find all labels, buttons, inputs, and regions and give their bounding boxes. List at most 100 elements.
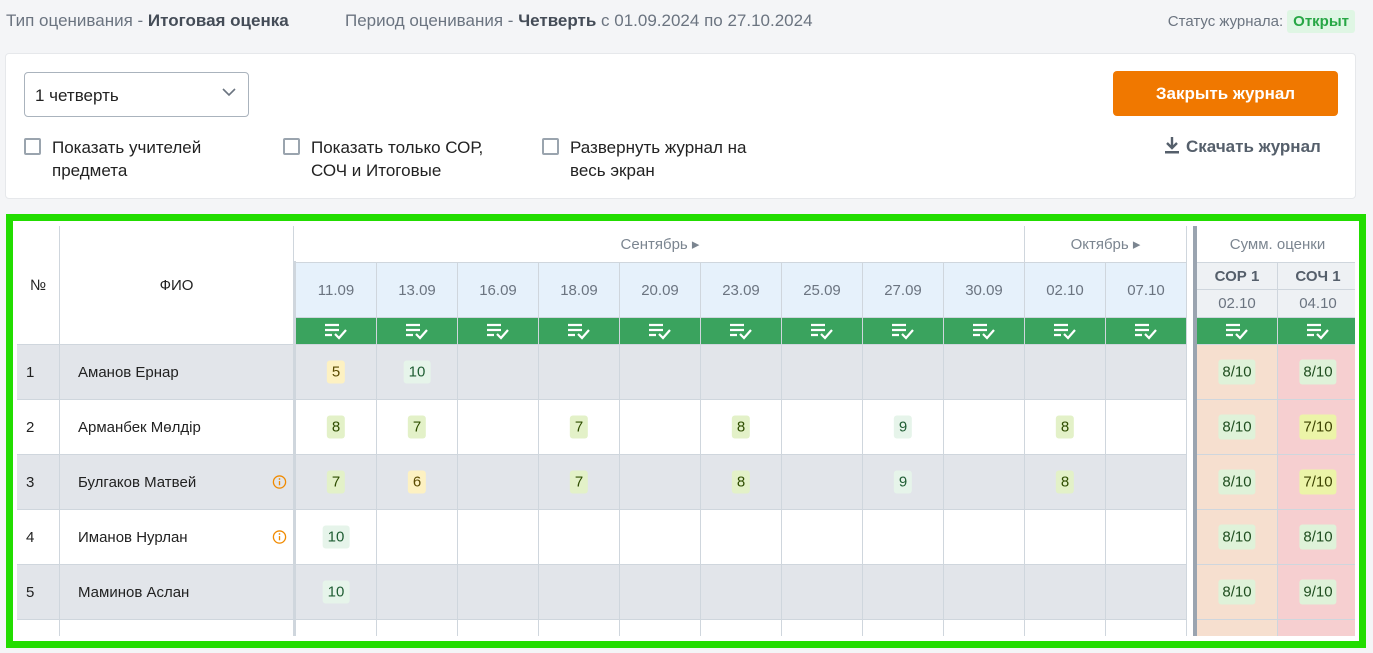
grade-cell[interactable] xyxy=(944,565,1025,620)
sum-col-header[interactable]: СОЧ 1 xyxy=(1278,263,1355,290)
soch-value[interactable]: 8/10 xyxy=(1299,524,1337,550)
grade-action-cell[interactable] xyxy=(1197,318,1278,345)
grade-cell[interactable]: 7 xyxy=(539,455,620,510)
soch-value[interactable]: 8/10 xyxy=(1299,359,1337,385)
grade-cell[interactable] xyxy=(1025,510,1106,565)
close-journal-button[interactable]: Закрыть журнал xyxy=(1113,71,1338,116)
grade-cell[interactable]: 6 xyxy=(377,455,458,510)
grade-cell[interactable]: 7 xyxy=(539,400,620,455)
grade-value[interactable]: 8 xyxy=(731,415,751,439)
soch-cell[interactable]: 7/10 xyxy=(1278,400,1355,455)
grade-value[interactable]: 10 xyxy=(322,580,350,604)
date-header[interactable]: 18.09 xyxy=(539,263,620,318)
grade-cell[interactable] xyxy=(458,455,539,510)
soch-cell[interactable]: 8/10 xyxy=(1278,345,1355,400)
month-header-october[interactable]: Октябрь ▸ xyxy=(1025,226,1187,263)
date-header[interactable]: 25.09 xyxy=(782,263,863,318)
sor-cell[interactable]: 8/10 xyxy=(1197,565,1278,620)
grade-value[interactable]: 7 xyxy=(407,415,427,439)
grade-cell[interactable] xyxy=(620,510,701,565)
soch-cell[interactable]: 7/10 xyxy=(1278,455,1355,510)
sor-value[interactable]: 8/10 xyxy=(1218,414,1256,440)
sor-value[interactable]: 8/10 xyxy=(1218,469,1256,495)
grade-cell[interactable]: 8 xyxy=(701,455,782,510)
grade-value[interactable]: 10 xyxy=(322,525,350,549)
grade-action-cell[interactable] xyxy=(296,318,377,345)
grade-action-cell[interactable] xyxy=(1106,318,1187,345)
grade-cell[interactable] xyxy=(620,345,701,400)
grade-cell[interactable] xyxy=(782,400,863,455)
checkbox-box[interactable] xyxy=(283,138,300,155)
sor-value[interactable]: 8/10 xyxy=(1218,359,1256,385)
date-header[interactable]: 13.09 xyxy=(377,263,458,318)
student-name[interactable]: Аманов Ернар xyxy=(60,345,294,400)
grade-cell[interactable] xyxy=(1106,345,1187,400)
download-journal-link[interactable]: Скачать журнал xyxy=(1164,136,1321,157)
grade-cell[interactable] xyxy=(944,455,1025,510)
grade-cell[interactable] xyxy=(701,565,782,620)
grade-cell[interactable]: 10 xyxy=(296,510,377,565)
grade-action-cell[interactable] xyxy=(701,318,782,345)
grade-cell[interactable] xyxy=(1106,510,1187,565)
checkbox-box[interactable] xyxy=(542,138,559,155)
soch-value[interactable]: 7/10 xyxy=(1299,469,1337,495)
grade-cell[interactable] xyxy=(620,455,701,510)
grade-cell[interactable]: 8 xyxy=(1025,455,1106,510)
grade-action-cell[interactable] xyxy=(944,318,1025,345)
grade-cell[interactable] xyxy=(458,565,539,620)
soch-value[interactable]: 9/10 xyxy=(1299,579,1337,605)
grade-cell[interactable] xyxy=(377,510,458,565)
grade-cell[interactable] xyxy=(944,400,1025,455)
grade-action-cell[interactable] xyxy=(458,318,539,345)
grade-cell[interactable]: 8 xyxy=(701,400,782,455)
grade-value[interactable]: 10 xyxy=(403,360,431,384)
grade-cell[interactable] xyxy=(701,345,782,400)
grade-cell[interactable] xyxy=(1106,565,1187,620)
grade-cell[interactable] xyxy=(1025,565,1106,620)
grade-action-cell[interactable] xyxy=(620,318,701,345)
grade-action-cell[interactable] xyxy=(782,318,863,345)
grade-cell[interactable] xyxy=(458,345,539,400)
grade-action-cell[interactable] xyxy=(1278,318,1355,345)
info-icon[interactable] xyxy=(272,475,287,490)
grade-value[interactable]: 7 xyxy=(569,415,589,439)
grade-cell[interactable] xyxy=(782,510,863,565)
grade-cell[interactable] xyxy=(863,510,944,565)
grade-cell[interactable] xyxy=(620,400,701,455)
sor-cell[interactable]: 8/10 xyxy=(1197,510,1278,565)
grade-value[interactable]: 8 xyxy=(1055,415,1075,439)
grade-cell[interactable] xyxy=(1106,455,1187,510)
grade-cell[interactable]: 8 xyxy=(1025,400,1106,455)
soch-cell[interactable]: 9/10 xyxy=(1278,565,1355,620)
grade-value[interactable]: 8 xyxy=(731,470,751,494)
grade-cell[interactable] xyxy=(458,400,539,455)
grade-cell[interactable] xyxy=(377,565,458,620)
grade-value[interactable]: 8 xyxy=(1055,470,1075,494)
date-header[interactable]: 20.09 xyxy=(620,263,701,318)
grade-cell[interactable]: 9 xyxy=(863,455,944,510)
soch-value[interactable]: 7/10 xyxy=(1299,414,1337,440)
date-header[interactable]: 27.09 xyxy=(863,263,944,318)
grade-cell[interactable] xyxy=(1106,400,1187,455)
date-header[interactable]: 11.09 xyxy=(296,263,377,318)
grade-cell[interactable] xyxy=(539,565,620,620)
sor-value[interactable]: 8/10 xyxy=(1218,524,1256,550)
grade-value[interactable]: 6 xyxy=(407,470,427,494)
grade-cell[interactable] xyxy=(458,510,539,565)
grade-value[interactable]: 8 xyxy=(326,415,346,439)
sum-col-header[interactable]: СОР 1 xyxy=(1197,263,1278,290)
grade-cell[interactable]: 7 xyxy=(377,400,458,455)
grade-cell[interactable] xyxy=(539,345,620,400)
grade-cell[interactable]: 10 xyxy=(296,565,377,620)
soch-cell[interactable]: 8/10 xyxy=(1278,510,1355,565)
date-header[interactable]: 23.09 xyxy=(701,263,782,318)
grade-action-cell[interactable] xyxy=(539,318,620,345)
grade-cell[interactable] xyxy=(863,345,944,400)
month-header-september[interactable]: Сентябрь ▸ xyxy=(296,226,1025,263)
grade-value[interactable]: 5 xyxy=(326,360,346,384)
grade-value[interactable]: 9 xyxy=(893,415,913,439)
grade-cell[interactable]: 5 xyxy=(296,345,377,400)
grade-cell[interactable] xyxy=(944,510,1025,565)
grade-cell[interactable] xyxy=(539,510,620,565)
date-header[interactable]: 02.10 xyxy=(1025,263,1106,318)
